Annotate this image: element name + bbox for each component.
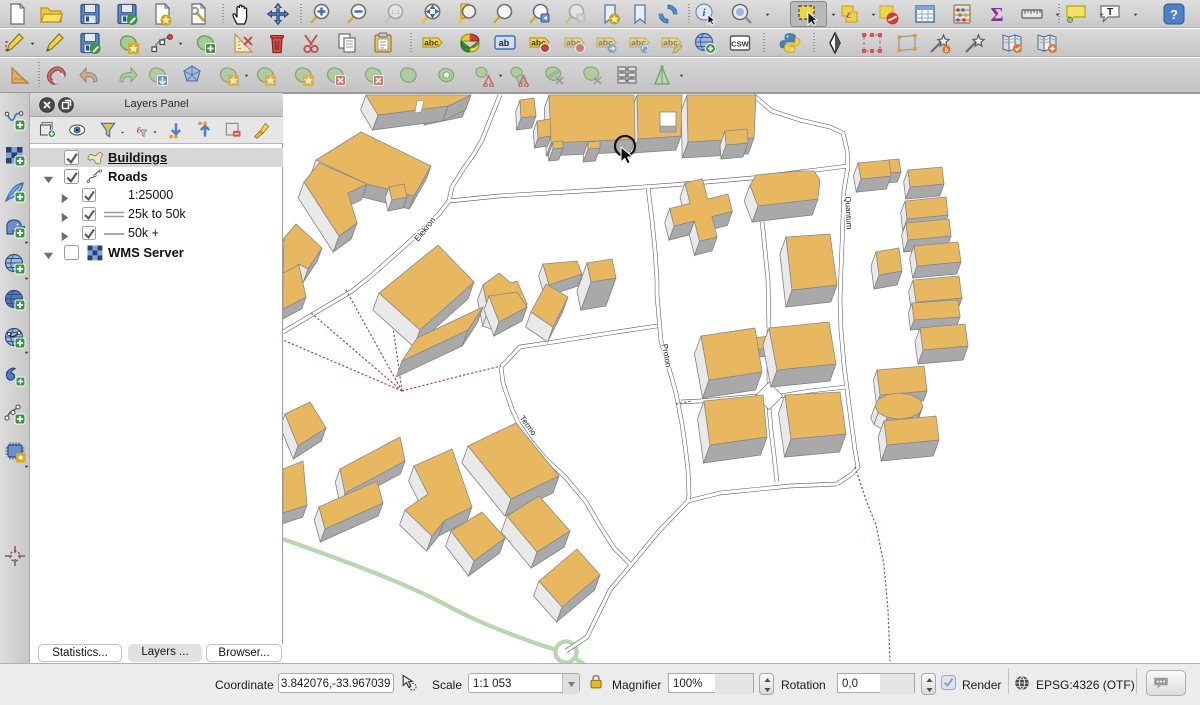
svg-text:CSW: CSW [731,40,749,49]
svg-text:?: ? [1170,7,1178,22]
svg-text:ε: ε [847,7,852,21]
svg-text:ε: ε [137,124,142,136]
svg-text:T: T [1107,7,1113,18]
svg-text:1:1: 1:1 [391,9,400,16]
svg-text:b: b [945,48,949,54]
svg-text:abc: abc [663,38,678,48]
svg-text:ab: ab [499,38,510,48]
svg-text:Quantum: Quantum [843,196,854,230]
svg-text:abc: abc [424,38,439,48]
svg-text:Σ: Σ [990,4,1003,26]
